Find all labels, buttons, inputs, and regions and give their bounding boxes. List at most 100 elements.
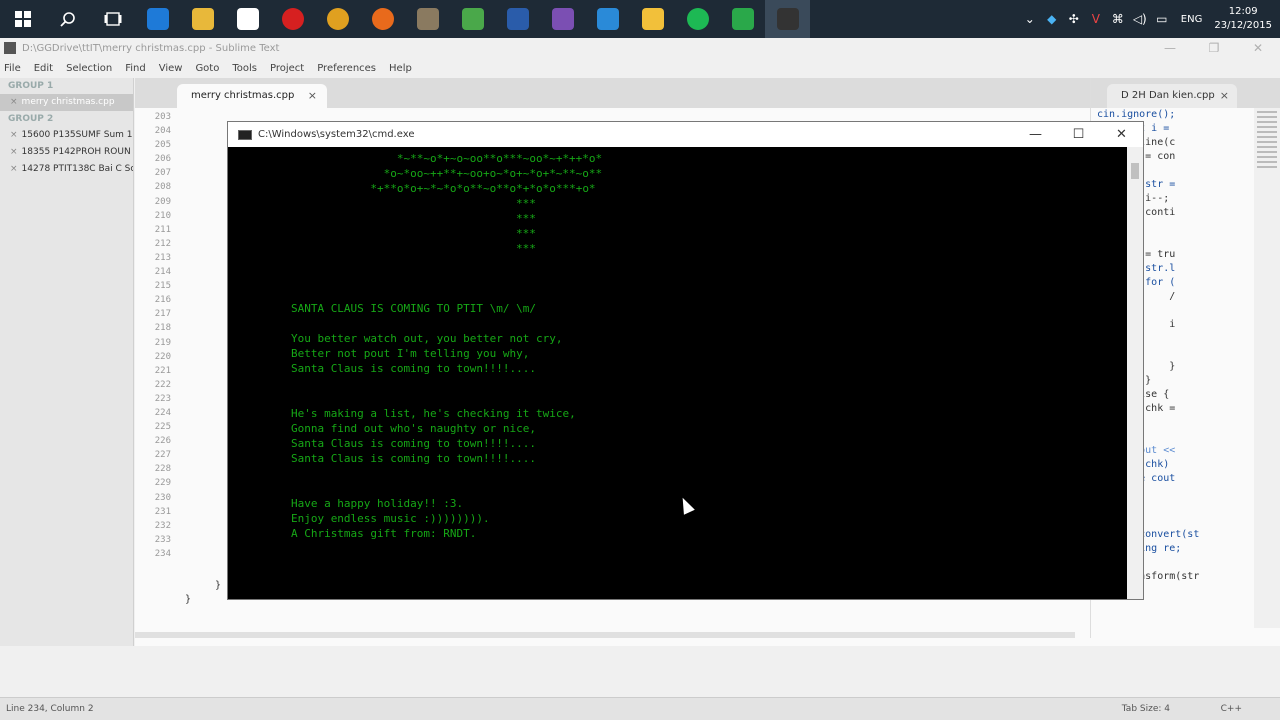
close-tab-icon[interactable]: ×	[308, 89, 317, 102]
line-number: 206	[154, 154, 171, 165]
status-bar: Line 234, Column 2 Tab Size: 4 C++	[0, 697, 1280, 720]
tab-label: D 2H Dan kien.cpp	[1121, 90, 1215, 101]
minimize-icon[interactable]: —	[1148, 38, 1192, 58]
cmd-scrollbar[interactable]	[1127, 147, 1143, 599]
console-line: ***	[516, 242, 536, 255]
clock[interactable]: 12:09 23/12/2015	[1210, 5, 1280, 33]
taskbar-app[interactable]	[180, 0, 225, 38]
chevron-up-icon[interactable]: ⌄	[1019, 12, 1041, 26]
console-line: Gonna find out who's naughty or nice,	[290, 422, 536, 435]
line-number: 205	[154, 140, 171, 151]
group-2-label: GROUP 2	[8, 114, 54, 124]
taskbar-app[interactable]	[630, 0, 675, 38]
sublime-window-controls: — ❐ ✕	[1148, 38, 1280, 58]
menu-view[interactable]: View	[159, 63, 183, 74]
menu-goto[interactable]: Goto	[195, 63, 219, 74]
console-line: Santa Claus is coming to town!!!!....	[290, 452, 536, 465]
sidebar-file-merry-christmas[interactable]: × merry christmas.cpp	[0, 94, 133, 111]
task-view-button[interactable]	[90, 0, 135, 38]
close-file-icon[interactable]: ×	[10, 164, 18, 174]
tab-size[interactable]: Tab Size: 4	[1122, 704, 1170, 714]
cmd-output[interactable]: *~**~o*+~o~oo**o***~oo*~+*++*o* *o~*oo~++…	[228, 147, 1128, 599]
line-number: 224	[154, 407, 171, 418]
taskbar-app[interactable]	[450, 0, 495, 38]
line-number: 211	[154, 224, 171, 235]
menu-find[interactable]: Find	[125, 63, 146, 74]
menu-project[interactable]: Project	[270, 63, 304, 74]
console-line: Better not pout I'm telling you why,	[290, 347, 530, 360]
taskbar-app[interactable]	[585, 0, 630, 38]
maximize-icon[interactable]: ☐	[1057, 122, 1100, 147]
menubar: File Edit Selection Find View Goto Tools…	[0, 58, 1280, 78]
taskbar: ⌄ ◆ ✣ V ⌘ ◁) ▭ ENG 12:09 23/12/2015	[0, 0, 1280, 38]
cmd-titlebar: C:\Windows\system32\cmd.exe — ☐ ✕	[228, 122, 1143, 147]
code-left[interactable]: } }	[185, 579, 221, 607]
menu-selection[interactable]: Selection	[66, 63, 112, 74]
console-line: A Christmas gift from: RNDT.	[290, 527, 477, 540]
sidebar-file-item[interactable]: × 18355 P142PROH ROUN	[0, 144, 133, 161]
line-number: 216	[154, 295, 171, 306]
network-icon[interactable]: ⌘	[1107, 12, 1129, 26]
cmd-window: C:\Windows\system32\cmd.exe — ☐ ✕ *~**~o…	[227, 121, 1144, 600]
notification-icon[interactable]: ▭	[1151, 12, 1173, 26]
start-button[interactable]	[0, 0, 45, 38]
restore-icon[interactable]: ❐	[1192, 38, 1236, 58]
volume-icon[interactable]: ◁)	[1129, 12, 1151, 26]
taskbar-app[interactable]	[765, 0, 810, 38]
word-icon	[506, 8, 529, 30]
v-icon[interactable]: V	[1085, 12, 1107, 26]
taskbar-app[interactable]	[720, 0, 765, 38]
minimap[interactable]	[1254, 108, 1280, 628]
menu-edit[interactable]: Edit	[34, 63, 53, 74]
taskbar-app[interactable]	[225, 0, 270, 38]
close-file-icon[interactable]: ×	[10, 97, 18, 107]
line-number: 231	[154, 506, 171, 517]
search-button[interactable]	[45, 0, 90, 38]
taskbar-app[interactable]	[360, 0, 405, 38]
line-number: 213	[154, 252, 171, 263]
puzzle-icon[interactable]: ✣	[1063, 12, 1085, 26]
console-line: ***	[516, 212, 536, 225]
line-number: 215	[154, 281, 171, 292]
sidebar-file-label: merry christmas.cpp	[21, 97, 115, 107]
line-number: 230	[154, 492, 171, 503]
close-file-icon[interactable]: ×	[10, 147, 18, 157]
menu-file[interactable]: File	[4, 63, 21, 74]
taskbar-app[interactable]	[675, 0, 720, 38]
minimize-icon[interactable]: —	[1014, 122, 1057, 147]
taskbar-app[interactable]	[135, 0, 180, 38]
windows-logo-icon	[14, 11, 31, 27]
line-number: 218	[154, 323, 171, 334]
horizontal-scrollbar[interactable]	[135, 632, 1075, 638]
line-number: 227	[154, 450, 171, 461]
taskbar-app[interactable]	[540, 0, 585, 38]
tab-dan-kien[interactable]: D 2H Dan kien.cpp ×	[1107, 84, 1237, 108]
syntax-mode[interactable]: C++	[1221, 704, 1242, 714]
close-icon[interactable]: ✕	[1100, 122, 1143, 147]
line-number: 217	[154, 309, 171, 320]
close-file-icon[interactable]: ×	[10, 130, 18, 140]
line-number: 234	[154, 548, 171, 559]
close-tab-icon[interactable]: ×	[1220, 89, 1229, 102]
sidebar-file-item[interactable]: × 15600 P135SUMF Sum 1	[0, 127, 133, 144]
drive-icon[interactable]: ◆	[1041, 12, 1063, 26]
taskbar-app[interactable]	[315, 0, 360, 38]
line-number: 220	[154, 351, 171, 362]
menu-preferences[interactable]: Preferences	[317, 63, 376, 74]
taskbar-app[interactable]	[495, 0, 540, 38]
group-1-label: GROUP 1	[8, 81, 54, 91]
taskbar-app[interactable]	[270, 0, 315, 38]
language-indicator[interactable]: ENG	[1173, 14, 1211, 25]
menu-tools[interactable]: Tools	[232, 63, 257, 74]
close-icon[interactable]: ✕	[1236, 38, 1280, 58]
scroll-thumb[interactable]	[1131, 163, 1139, 179]
console-line: Have a happy holiday!! :3.	[290, 497, 464, 510]
taskbar-apps	[135, 0, 810, 38]
console-line: Santa Claus is coming to town!!!!....	[290, 362, 536, 375]
taskbar-app[interactable]	[405, 0, 450, 38]
line-number: 225	[154, 422, 171, 433]
sidebar-file-item[interactable]: × 14278 PTIT138C Bai C Sc	[0, 161, 133, 178]
edge-icon	[146, 8, 169, 30]
menu-help[interactable]: Help	[389, 63, 412, 74]
tab-merry-christmas[interactable]: merry christmas.cpp ×	[177, 84, 327, 108]
